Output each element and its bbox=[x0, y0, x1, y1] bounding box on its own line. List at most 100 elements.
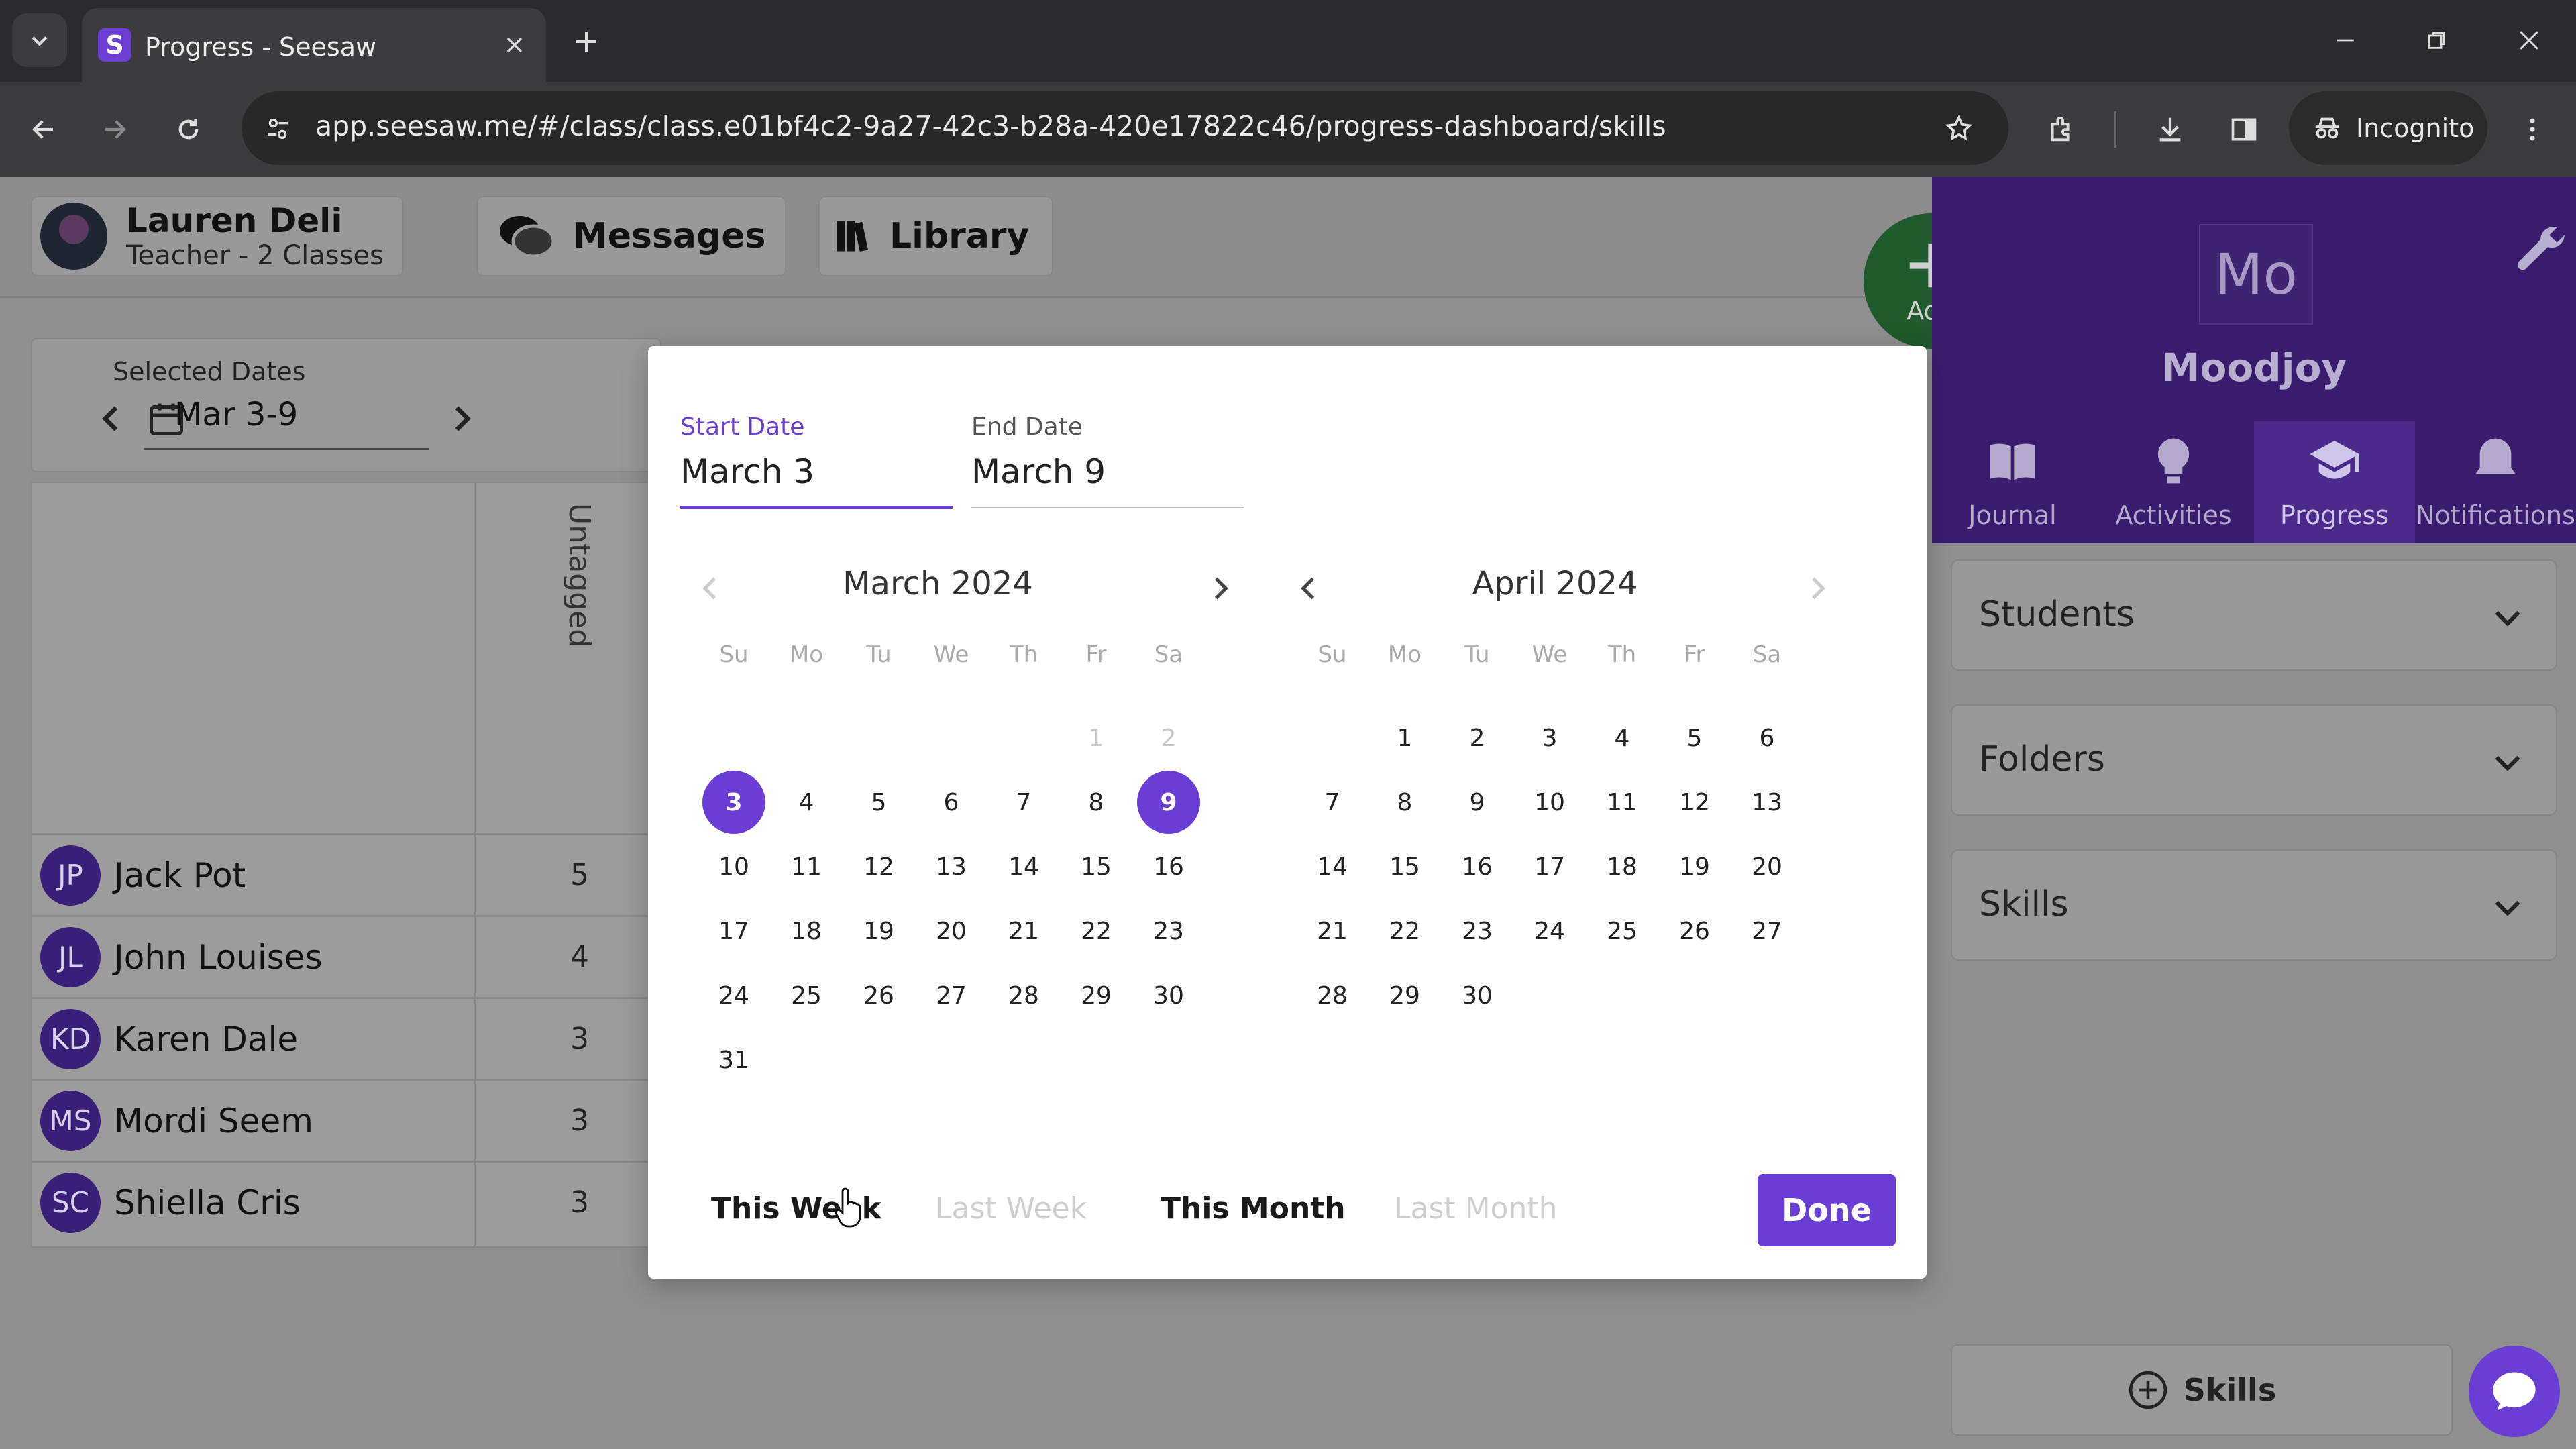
wrench-icon[interactable] bbox=[2512, 220, 2572, 280]
table-row[interactable]: JL John Louises 4 bbox=[32, 915, 663, 997]
browser-tab-active[interactable]: S Progress - Seesaw bbox=[82, 8, 546, 82]
downloads-button[interactable] bbox=[2147, 106, 2194, 153]
chevron-right-icon[interactable] bbox=[1801, 572, 1834, 605]
calendar-day[interactable]: 18 bbox=[1586, 835, 1658, 899]
calendar-day[interactable]: 18 bbox=[770, 899, 843, 963]
calendar-day[interactable]: 3 bbox=[1513, 706, 1586, 770]
table-row[interactable]: JP Jack Pot 5 bbox=[32, 833, 663, 915]
calendar-day[interactable]: 28 bbox=[1296, 963, 1368, 1028]
tab-journal[interactable]: Journal bbox=[1932, 421, 2093, 543]
calendar-day[interactable]: 9 bbox=[1441, 770, 1513, 835]
calendar-day[interactable]: 21 bbox=[987, 899, 1060, 963]
calendar-day[interactable]: 4 bbox=[770, 770, 843, 835]
calendar-day[interactable]: 25 bbox=[770, 963, 843, 1028]
calendar-day[interactable]: 29 bbox=[1368, 963, 1441, 1028]
students-filter[interactable]: Students bbox=[1951, 559, 2557, 671]
calendar-day[interactable]: 24 bbox=[698, 963, 770, 1028]
tab-progress[interactable]: Progress bbox=[2254, 421, 2415, 543]
calendar-day[interactable]: 28 bbox=[987, 963, 1060, 1028]
calendar-day[interactable]: 19 bbox=[843, 899, 915, 963]
tab-activities[interactable]: Activities bbox=[2093, 421, 2254, 543]
done-button[interactable]: Done bbox=[1758, 1174, 1896, 1246]
calendar-day[interactable]: 12 bbox=[1658, 770, 1731, 835]
preset-last-month[interactable]: Last Month bbox=[1394, 1191, 1558, 1226]
calendar-day[interactable]: 26 bbox=[843, 963, 915, 1028]
table-row[interactable]: SC Shiella Cris 3 bbox=[32, 1161, 663, 1242]
calendar-day[interactable]: 7 bbox=[1296, 770, 1368, 835]
calendar-day[interactable]: 13 bbox=[915, 835, 987, 899]
calendar-day[interactable]: 20 bbox=[915, 899, 987, 963]
calendar-day[interactable]: 1 bbox=[1368, 706, 1441, 770]
calendar-day[interactable]: 6 bbox=[915, 770, 987, 835]
tab-close-button[interactable] bbox=[498, 28, 531, 62]
minimize-button[interactable] bbox=[2325, 20, 2365, 60]
calendar-day[interactable]: 14 bbox=[987, 835, 1060, 899]
calendar-day[interactable]: 23 bbox=[1132, 899, 1205, 963]
calendar-day[interactable]: 27 bbox=[915, 963, 987, 1028]
calendar-day[interactable]: 23 bbox=[1441, 899, 1513, 963]
calendar-day[interactable]: 21 bbox=[1296, 899, 1368, 963]
calendar-day[interactable]: 29 bbox=[1060, 963, 1132, 1028]
extensions-button[interactable] bbox=[2039, 106, 2086, 153]
tab-list-button[interactable] bbox=[12, 13, 67, 67]
calendar-day[interactable]: 8 bbox=[1368, 770, 1441, 835]
calendar-day[interactable]: 30 bbox=[1132, 963, 1205, 1028]
side-panel-button[interactable] bbox=[2220, 106, 2267, 153]
calendar-day[interactable]: 16 bbox=[1132, 835, 1205, 899]
calendar-day[interactable]: 31 bbox=[698, 1028, 770, 1092]
new-tab-button[interactable] bbox=[568, 23, 605, 60]
selected-dates-value[interactable]: Mar 3-9 bbox=[174, 396, 298, 433]
table-row[interactable]: KD Karen Dale 3 bbox=[32, 997, 663, 1079]
incognito-badge[interactable]: Incognito bbox=[2289, 91, 2487, 165]
calendar-day[interactable]: 10 bbox=[1513, 770, 1586, 835]
calendar-day[interactable]: 12 bbox=[843, 835, 915, 899]
support-chat-button[interactable] bbox=[2469, 1346, 2560, 1437]
calendar-day[interactable]: 5 bbox=[843, 770, 915, 835]
calendar-day[interactable]: 30 bbox=[1441, 963, 1513, 1028]
calendar-day[interactable]: 8 bbox=[1060, 770, 1132, 835]
calendar-day[interactable]: 17 bbox=[1513, 835, 1586, 899]
calendar-day[interactable]: 24 bbox=[1513, 899, 1586, 963]
calendar-day-selected[interactable]: 3 bbox=[698, 770, 770, 835]
calendar-day[interactable]: 10 bbox=[698, 835, 770, 899]
calendar-day-selected[interactable]: 9 bbox=[1132, 770, 1205, 835]
forward-button[interactable] bbox=[91, 106, 138, 153]
preset-last-week[interactable]: Last Week bbox=[935, 1191, 1087, 1226]
reload-button[interactable] bbox=[165, 106, 212, 153]
start-date-field[interactable]: Start Date March 3 bbox=[680, 380, 953, 510]
calendar-day[interactable]: 13 bbox=[1731, 770, 1803, 835]
chevron-right-icon[interactable] bbox=[443, 400, 480, 437]
site-info-button[interactable] bbox=[258, 109, 298, 149]
add-skills-button[interactable]: Skills bbox=[1951, 1344, 2453, 1436]
calendar-day[interactable]: 17 bbox=[698, 899, 770, 963]
calendar-day[interactable]: 16 bbox=[1441, 835, 1513, 899]
calendar-day[interactable]: 20 bbox=[1731, 835, 1803, 899]
end-date-field[interactable]: End Date March 9 bbox=[971, 380, 1244, 510]
calendar-day[interactable]: 11 bbox=[1586, 770, 1658, 835]
calendar-day[interactable]: 6 bbox=[1731, 706, 1803, 770]
calendar-day[interactable]: 22 bbox=[1060, 899, 1132, 963]
folders-filter[interactable]: Folders bbox=[1951, 704, 2557, 816]
preset-this-month[interactable]: This Month bbox=[1161, 1191, 1346, 1226]
table-row[interactable]: MS Mordi Seem 3 bbox=[32, 1079, 663, 1161]
calendar-day[interactable]: 22 bbox=[1368, 899, 1441, 963]
tab-notifications[interactable]: Notifications bbox=[2415, 421, 2576, 543]
library-button[interactable]: Library bbox=[818, 196, 1053, 276]
calendar-day[interactable]: 15 bbox=[1368, 835, 1441, 899]
browser-menu-button[interactable] bbox=[2509, 106, 2556, 153]
calendar-day[interactable]: 7 bbox=[987, 770, 1060, 835]
calendar-day[interactable]: 26 bbox=[1658, 899, 1731, 963]
restore-button[interactable] bbox=[2416, 20, 2457, 60]
calendar-day[interactable]: 11 bbox=[770, 835, 843, 899]
close-window-button[interactable] bbox=[2509, 20, 2549, 60]
calendar-day[interactable]: 27 bbox=[1731, 899, 1803, 963]
calendar-day[interactable]: 19 bbox=[1658, 835, 1731, 899]
chevron-right-icon[interactable] bbox=[1203, 572, 1237, 605]
calendar-day[interactable]: 4 bbox=[1586, 706, 1658, 770]
user-profile-button[interactable]: Lauren Deli Teacher - 2 Classes bbox=[31, 196, 404, 276]
calendar-day[interactable]: 14 bbox=[1296, 835, 1368, 899]
back-button[interactable] bbox=[20, 106, 67, 153]
address-bar[interactable]: app.seesaw.me/#/class/class.e01bf4c2-9a2… bbox=[241, 91, 2008, 165]
calendar-day[interactable]: 15 bbox=[1060, 835, 1132, 899]
calendar-day[interactable]: 25 bbox=[1586, 899, 1658, 963]
